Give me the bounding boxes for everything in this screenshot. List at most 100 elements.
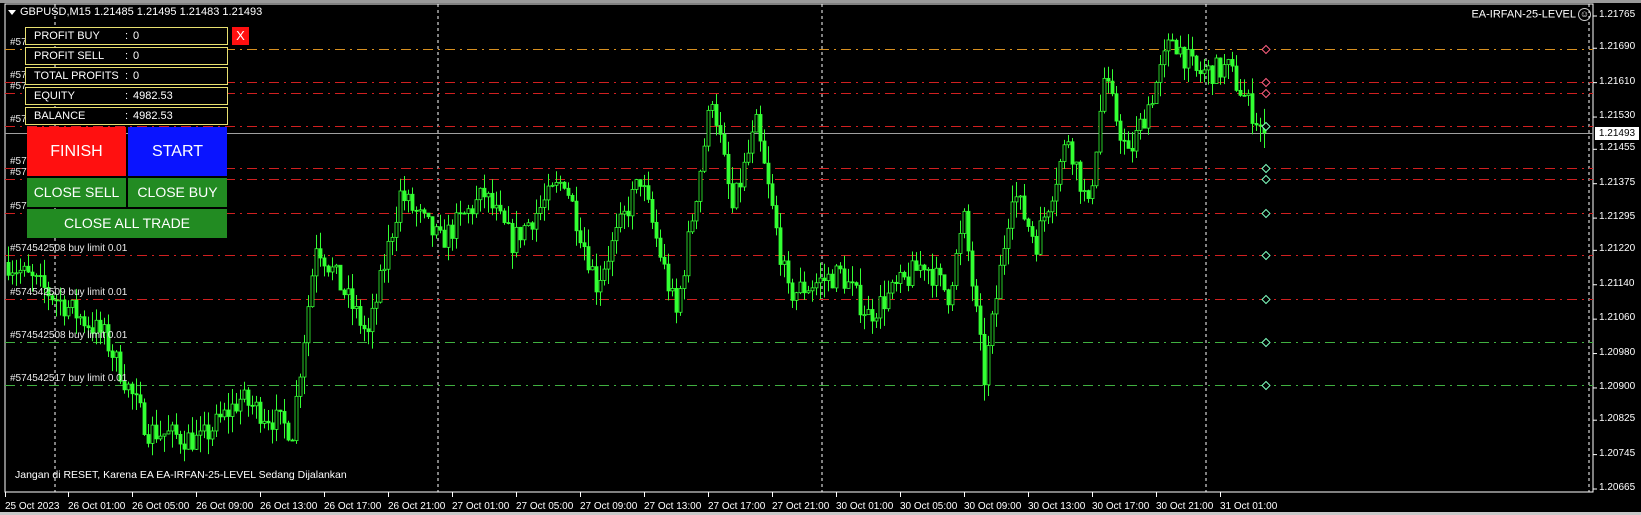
candle-body — [558, 181, 563, 184]
candle-body — [1238, 89, 1243, 96]
candle-body — [1030, 226, 1035, 237]
candle-body — [706, 109, 711, 147]
row-label: BALANCE — [34, 110, 86, 122]
candle-body — [578, 230, 583, 244]
candle-body — [330, 266, 335, 273]
candle-body — [878, 296, 883, 319]
price-label: 1.20900 — [1599, 380, 1636, 392]
close-all-trade-button[interactable]: CLOSE ALL TRADE — [27, 209, 227, 238]
candle-body — [1218, 57, 1223, 78]
candle-body — [694, 201, 699, 222]
candle-body — [166, 430, 171, 435]
candle-body — [734, 182, 739, 209]
time-label: 26 Oct 13:00 — [260, 501, 318, 512]
candle-body — [802, 281, 807, 294]
candle-body — [190, 432, 195, 450]
candle-body — [646, 185, 651, 200]
candle-body — [490, 192, 495, 209]
candle-body — [690, 220, 695, 233]
order-markers — [1261, 44, 1271, 391]
candle-body — [234, 403, 239, 412]
candle-body — [754, 114, 759, 133]
candle-body — [546, 185, 551, 201]
candle-body — [650, 199, 655, 223]
price-label: 1.21295 — [1599, 211, 1636, 223]
row-sep: : — [125, 70, 129, 82]
candle-body — [518, 226, 523, 241]
price-label: 1.20825 — [1599, 413, 1636, 425]
candle-body — [114, 351, 119, 358]
candle-body — [1034, 235, 1039, 255]
candle-body — [630, 189, 635, 217]
time-label: 30 Oct 05:00 — [900, 501, 958, 512]
candle-body — [74, 299, 79, 319]
row-label: EQUITY — [34, 90, 75, 102]
order-marker-icon — [1261, 174, 1271, 185]
candle-body — [1022, 195, 1027, 220]
smiley-icon[interactable]: ☺ — [1578, 8, 1591, 21]
candle-body — [678, 288, 683, 313]
candle-body — [406, 193, 411, 202]
candle-body — [1146, 104, 1151, 129]
candle-body — [1158, 64, 1163, 83]
candle-body — [134, 393, 139, 396]
candle-body — [270, 422, 275, 430]
chart-title: GBPUSD,M15 1.21485 1.21495 1.21483 1.214… — [8, 6, 262, 18]
candle-body — [954, 253, 959, 287]
candle-body — [182, 443, 187, 450]
candle-body — [1194, 55, 1199, 71]
candle-body — [718, 125, 723, 135]
candle-body — [126, 383, 131, 391]
axis-ticks — [5, 15, 1597, 497]
candle-body — [586, 246, 591, 271]
candle-body — [418, 209, 423, 212]
candle-body — [506, 222, 511, 224]
candle-body — [534, 213, 539, 230]
close-panel-button[interactable]: X — [232, 27, 249, 45]
row-label: PROFIT SELL — [34, 50, 105, 62]
candle-body — [350, 288, 355, 309]
candle-body — [290, 439, 295, 442]
candle-body — [1242, 94, 1247, 97]
candle-body — [722, 133, 727, 155]
candle-body — [1126, 140, 1131, 149]
candle-body — [342, 289, 347, 296]
candle-body — [938, 267, 943, 276]
candle-body — [998, 264, 1003, 300]
candle-body — [446, 224, 451, 248]
price-chart[interactable] — [0, 0, 1641, 515]
candle-body — [702, 145, 707, 172]
candle-body — [886, 292, 891, 310]
finish-button[interactable]: FINISH — [27, 127, 126, 176]
candle-body — [530, 222, 535, 230]
candle-body — [1190, 48, 1195, 57]
candle-body — [142, 402, 147, 435]
candle-body — [1246, 93, 1251, 96]
candle-body — [742, 161, 747, 188]
candle-body — [1142, 118, 1147, 129]
candle-body — [366, 328, 371, 333]
row-value: 0 — [133, 50, 140, 62]
candle-body — [374, 301, 379, 309]
candle-body — [726, 153, 731, 185]
candle-body — [310, 275, 315, 308]
candle-body — [746, 152, 751, 163]
candle-body — [522, 225, 527, 241]
close-buy-button[interactable]: CLOSE BUY — [128, 178, 227, 207]
close-sell-button[interactable]: CLOSE SELL — [27, 178, 126, 207]
candle-body — [606, 260, 611, 270]
candle-body — [934, 267, 939, 286]
candle-body — [1186, 48, 1191, 69]
candle-body — [246, 389, 251, 406]
candle-body — [218, 413, 223, 418]
candle-body — [574, 200, 579, 232]
candle-body — [266, 420, 271, 424]
candle-body — [1214, 57, 1219, 84]
balance-row: BALANCE:4982.53 — [25, 107, 228, 125]
row-value: 0 — [133, 70, 140, 82]
candle-body — [910, 260, 915, 286]
candle-body — [682, 275, 687, 289]
dropdown-triangle-icon[interactable] — [8, 9, 16, 15]
start-button[interactable]: START — [128, 127, 227, 176]
candle-body — [174, 424, 179, 435]
